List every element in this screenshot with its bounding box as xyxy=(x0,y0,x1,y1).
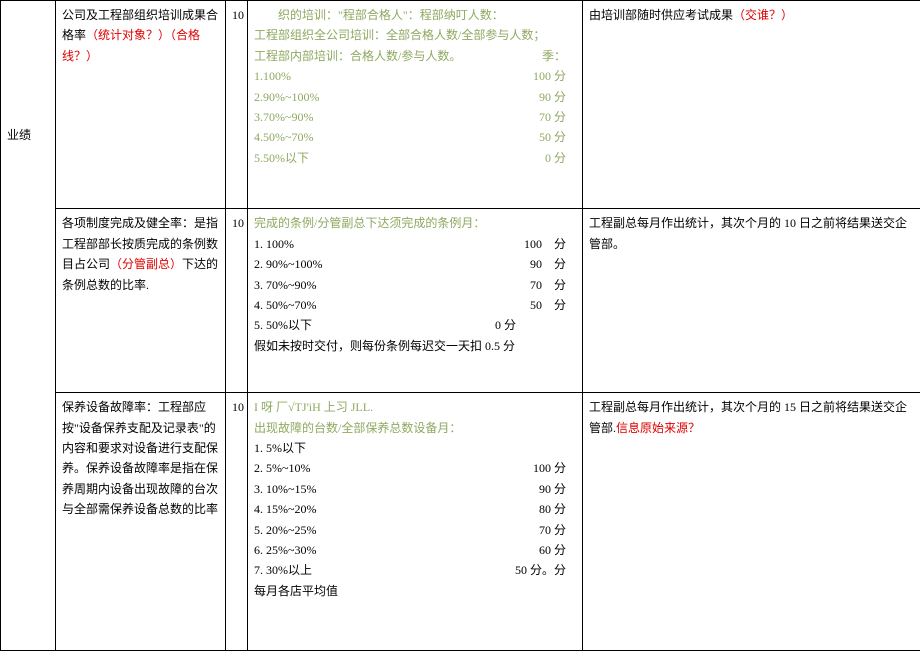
criteria-line: 工程部组织全公司培训：全部合格人数/全部参与人数； xyxy=(254,25,576,45)
score-entry: 3. 10%~15%90 分 xyxy=(254,479,576,499)
score-entry: 5. 50%以下0 分 xyxy=(254,315,576,335)
document-page: 业绩 公司及工程部组织培训成果合格率（统计对象？）（合格线？） 10 织的培训：… xyxy=(0,0,920,651)
category-label: 业绩 xyxy=(7,125,31,145)
criteria-header: 出现故障的台数/全部保养总数设备月： xyxy=(254,418,576,438)
table-row: 业绩 公司及工程部组织培训成果合格率（统计对象？）（合格线？） 10 织的培训：… xyxy=(1,1,920,209)
score-entry: 3.70%~90%70 分 xyxy=(254,107,576,127)
score-entry: 4.50%~70%50 分 xyxy=(254,127,576,147)
description-cell: 各项制度完成及健全率：是指工程部部长按质完成的条例数目占公司（分管副总）下达的条… xyxy=(56,209,226,393)
criteria-cell: 织的培训："程部合格人"：程部纳叮人数： 工程部组织全公司培训：全部合格人数/全… xyxy=(248,1,583,209)
score-entry: 1. 100%100 分 xyxy=(254,234,576,254)
score-entry: 3. 70%~90%70 分 xyxy=(254,275,576,295)
score-entry: 6. 25%~30%60 分 xyxy=(254,540,576,560)
score-entry: 5.50%以下0 分 xyxy=(254,148,576,168)
weight-cell: 10 xyxy=(226,393,248,651)
source-text: 工程副总每月作出统计，其次个月的 10 日之前将结果送交企管部。 xyxy=(589,216,907,250)
score-entry: 2.90%~100%90 分 xyxy=(254,87,576,107)
source-note: 信息原始来源？ xyxy=(616,421,700,435)
table-row: 各项制度完成及健全率：是指工程部部长按质完成的条例数目占公司（分管副总）下达的条… xyxy=(1,209,920,393)
score-entry: 2. 5%~10%100 分 xyxy=(254,458,576,478)
kpi-table: 业绩 公司及工程部组织培训成果合格率（统计对象？）（合格线？） 10 织的培训：… xyxy=(0,0,920,651)
weight-cell: 10 xyxy=(226,1,248,209)
source-note: （交谁？） xyxy=(733,8,793,22)
penalty-text: 假如未按时交付，则每份条例每迟交一天扣 0.5 分 xyxy=(254,336,576,356)
source-cell: 工程副总每月作出统计，其次个月的 15 日之前将结果送交企管部.信息原始来源？ xyxy=(583,393,920,651)
criteria-line: 工程部内部培训：合格人数/参与人数。 季： xyxy=(254,46,576,66)
source-cell: 由培训部随时供应考试成果（交谁？） xyxy=(583,1,920,209)
criteria-header: 完成的条例/分管副总下达须完成的条例月： xyxy=(254,213,576,233)
criteria-footer: 每月各店平均值 xyxy=(254,581,576,601)
score-entry: 7. 30%以上50 分。分 xyxy=(254,560,576,580)
score-entry: 2. 90%~100%90 分 xyxy=(254,254,576,274)
criteria-header: I 呀 厂√TJ'iH 上习 JLL. xyxy=(254,397,576,417)
criteria-header: 织的培训："程部合格人"：程部纳叮人数： xyxy=(254,5,576,25)
description-cell: 公司及工程部组织培训成果合格率（统计对象？）（合格线？） xyxy=(56,1,226,209)
score-entry: 4. 50%~70%50 分 xyxy=(254,295,576,315)
table-row: 保养设备故障率：工程部应按"设备保养支配及记录表"的内容和要求对设备进行支配保养… xyxy=(1,393,920,651)
score-entry: 5. 20%~25%70 分 xyxy=(254,520,576,540)
category-cell: 业绩 xyxy=(1,1,56,651)
score-entry: 1.100%100 分 xyxy=(254,66,576,86)
score-entry: 1. 5%以下 xyxy=(254,438,576,458)
score-entry: 4. 15%~20%80 分 xyxy=(254,499,576,519)
description-cell: 保养设备故障率：工程部应按"设备保养支配及记录表"的内容和要求对设备进行支配保养… xyxy=(56,393,226,651)
source-text: 由培训部随时供应考试成果 xyxy=(589,8,733,22)
criteria-cell: I 呀 厂√TJ'iH 上习 JLL. 出现故障的台数/全部保养总数设备月： 1… xyxy=(248,393,583,651)
desc-note: （分管副总） xyxy=(110,257,182,271)
weight-cell: 10 xyxy=(226,209,248,393)
desc-text: 保养设备故障率：工程部应按"设备保养支配及记录表"的内容和要求对设备进行支配保养… xyxy=(62,400,218,516)
criteria-cell: 完成的条例/分管副总下达须完成的条例月： 1. 100%100 分 2. 90%… xyxy=(248,209,583,393)
source-cell: 工程副总每月作出统计，其次个月的 10 日之前将结果送交企管部。 xyxy=(583,209,920,393)
